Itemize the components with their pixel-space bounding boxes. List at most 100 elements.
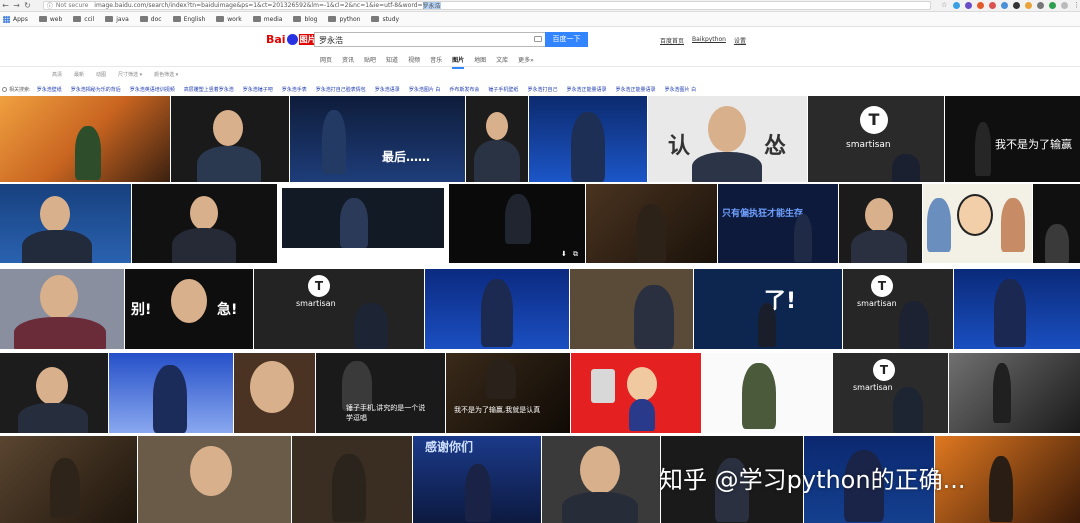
bookmark-folder[interactable]: web <box>38 16 62 23</box>
search-button[interactable]: 百度一下 <box>545 32 588 47</box>
result-image[interactable] <box>425 269 569 349</box>
result-image[interactable]: 只有偏执狂才能生存 <box>718 184 838 263</box>
filter-size[interactable]: 尺寸筛选 ▾ <box>118 71 142 78</box>
filter-color[interactable]: 颜色筛选 ▾ <box>154 71 178 78</box>
result-image[interactable] <box>132 184 277 263</box>
result-image[interactable]: 认 怂 <box>648 96 807 182</box>
bookmark-folder[interactable]: ccil <box>73 16 94 23</box>
camera-icon[interactable] <box>534 36 542 42</box>
result-image[interactable] <box>278 184 448 263</box>
bookmark-folder[interactable]: blog <box>293 16 317 23</box>
extension-icon[interactable] <box>976 2 984 9</box>
result-image[interactable] <box>571 353 701 433</box>
filter-hd[interactable]: 高清 <box>52 71 62 78</box>
related-keyword[interactable]: 罗永浩手表 <box>282 86 307 93</box>
result-image[interactable] <box>949 353 1080 433</box>
figure <box>172 228 236 263</box>
result-image[interactable] <box>570 269 693 349</box>
result-image[interactable]: 锤子手机,讲究的是一个说学逗唱 <box>316 353 445 433</box>
back-icon[interactable]: ← <box>0 0 11 11</box>
result-image[interactable] <box>0 184 131 263</box>
extension-icon[interactable] <box>1036 2 1044 9</box>
extension-icon[interactable] <box>1048 2 1056 9</box>
result-image[interactable] <box>109 353 233 433</box>
menu-icon[interactable]: ⋮ <box>1073 2 1080 9</box>
result-image[interactable]: T smartisan <box>843 269 953 349</box>
info-icon[interactable]: ⓘ <box>47 2 53 9</box>
result-image[interactable] <box>0 269 124 349</box>
result-image[interactable] <box>702 353 832 433</box>
bookmark-folder[interactable]: python <box>328 16 360 23</box>
result-image[interactable]: 了! <box>694 269 842 349</box>
result-image[interactable] <box>138 436 291 523</box>
forward-icon[interactable]: → <box>11 0 22 11</box>
related-keyword[interactable]: 锤子手机壁纸 <box>488 86 518 93</box>
baidu-logo[interactable]: Bai 图片 <box>266 33 317 46</box>
extension-icon[interactable] <box>1024 2 1032 9</box>
related-keyword[interactable]: 罗永浩打自己脸表情包 <box>316 86 366 93</box>
result-image[interactable]: 别! 急! <box>125 269 253 349</box>
result-image[interactable] <box>171 96 289 182</box>
filter-latest[interactable]: 最新 <box>74 71 84 78</box>
related-keyword[interactable]: 罗永浩壁纸 <box>37 86 62 93</box>
result-image[interactable]: 感谢你们 <box>413 436 541 523</box>
result-image[interactable] <box>529 96 647 182</box>
extension-icon[interactable] <box>1000 2 1008 9</box>
filter-gif[interactable]: 动图 <box>96 71 106 78</box>
bookmark-folder[interactable]: study <box>371 16 399 23</box>
result-image[interactable]: 最后…… <box>290 96 465 182</box>
result-image[interactable] <box>542 436 660 523</box>
related-keyword[interactable]: 罗永浩语录 <box>375 86 400 93</box>
expand-icon[interactable]: ⧉ <box>573 250 578 259</box>
related-keyword[interactable]: 罗永浩揭秘为乐的背后 <box>71 86 121 93</box>
related-keyword[interactable]: 罗永浩图片 白 <box>664 86 696 93</box>
link-settings[interactable]: 设置 <box>734 36 746 45</box>
related-keyword[interactable]: 罗永浩正能量语录 <box>615 86 655 93</box>
result-image[interactable] <box>1033 184 1080 263</box>
related-keyword[interactable]: 罗永浩英语培训视频 <box>130 86 175 93</box>
bookmark-star-icon[interactable]: ☆ <box>941 2 948 9</box>
bookmark-apps[interactable]: Apps <box>3 15 28 23</box>
result-image[interactable]: 我不是为了输赢 <box>945 96 1080 182</box>
link-user[interactable]: Baikpython <box>692 36 726 45</box>
result-image[interactable] <box>466 96 528 182</box>
result-image[interactable] <box>839 184 922 263</box>
bookmark-folder[interactable]: java <box>105 16 129 23</box>
result-image[interactable]: T smartisan <box>833 353 948 433</box>
extension-icon[interactable] <box>988 2 996 9</box>
result-row: 锤子手机,讲究的是一个说学逗唱 我不是为了输赢,我就是认真 T smartisa… <box>0 353 1080 433</box>
related-keyword[interactable]: 乔布斯发布会 <box>449 86 479 93</box>
result-image[interactable]: T smartisan <box>254 269 424 349</box>
smartisan-logo-icon: T <box>873 359 895 381</box>
result-image[interactable] <box>954 269 1080 349</box>
extension-icon[interactable] <box>952 2 960 9</box>
result-image[interactable] <box>0 353 108 433</box>
result-image[interactable]: T smartisan <box>808 96 944 182</box>
result-image[interactable]: 我不是为了输赢,我就是认真 <box>446 353 570 433</box>
bookmark-folder[interactable]: media <box>252 16 282 23</box>
link-baidu-home[interactable]: 百度首页 <box>660 36 684 45</box>
result-image[interactable] <box>923 184 1032 263</box>
related-keyword[interactable]: 罗永浩锤子吧 <box>243 86 273 93</box>
related-keyword[interactable]: 罗永浩正能量语录 <box>566 86 606 93</box>
extension-icon[interactable] <box>1060 2 1068 9</box>
bookmark-folder[interactable]: English <box>172 16 205 23</box>
download-icon[interactable]: ⬇ <box>561 250 567 258</box>
bookmark-folder[interactable]: work <box>216 16 242 23</box>
result-image[interactable] <box>0 436 137 523</box>
extension-icon[interactable] <box>1012 2 1020 9</box>
result-image[interactable] <box>234 353 315 433</box>
related-keyword[interactable]: 罗永浩图片 白 <box>409 86 441 93</box>
search-input[interactable]: 罗永浩 <box>314 32 546 47</box>
url-field[interactable]: ⓘ Not secure image.baidu.com/search/inde… <box>42 1 931 10</box>
reload-icon[interactable]: ↻ <box>22 0 33 11</box>
result-image[interactable] <box>292 436 412 523</box>
extension-icon[interactable] <box>964 2 972 9</box>
result-image[interactable] <box>0 96 170 182</box>
related-keyword[interactable]: 罗永浩打自己 <box>527 86 557 93</box>
result-image[interactable]: ⬇ ⧉ <box>449 184 585 263</box>
figure <box>1001 198 1025 252</box>
related-keyword[interactable]: 高层雕塑上竖着罗永浩 <box>184 86 234 93</box>
result-image[interactable] <box>586 184 717 263</box>
bookmark-folder[interactable]: doc <box>139 16 162 23</box>
